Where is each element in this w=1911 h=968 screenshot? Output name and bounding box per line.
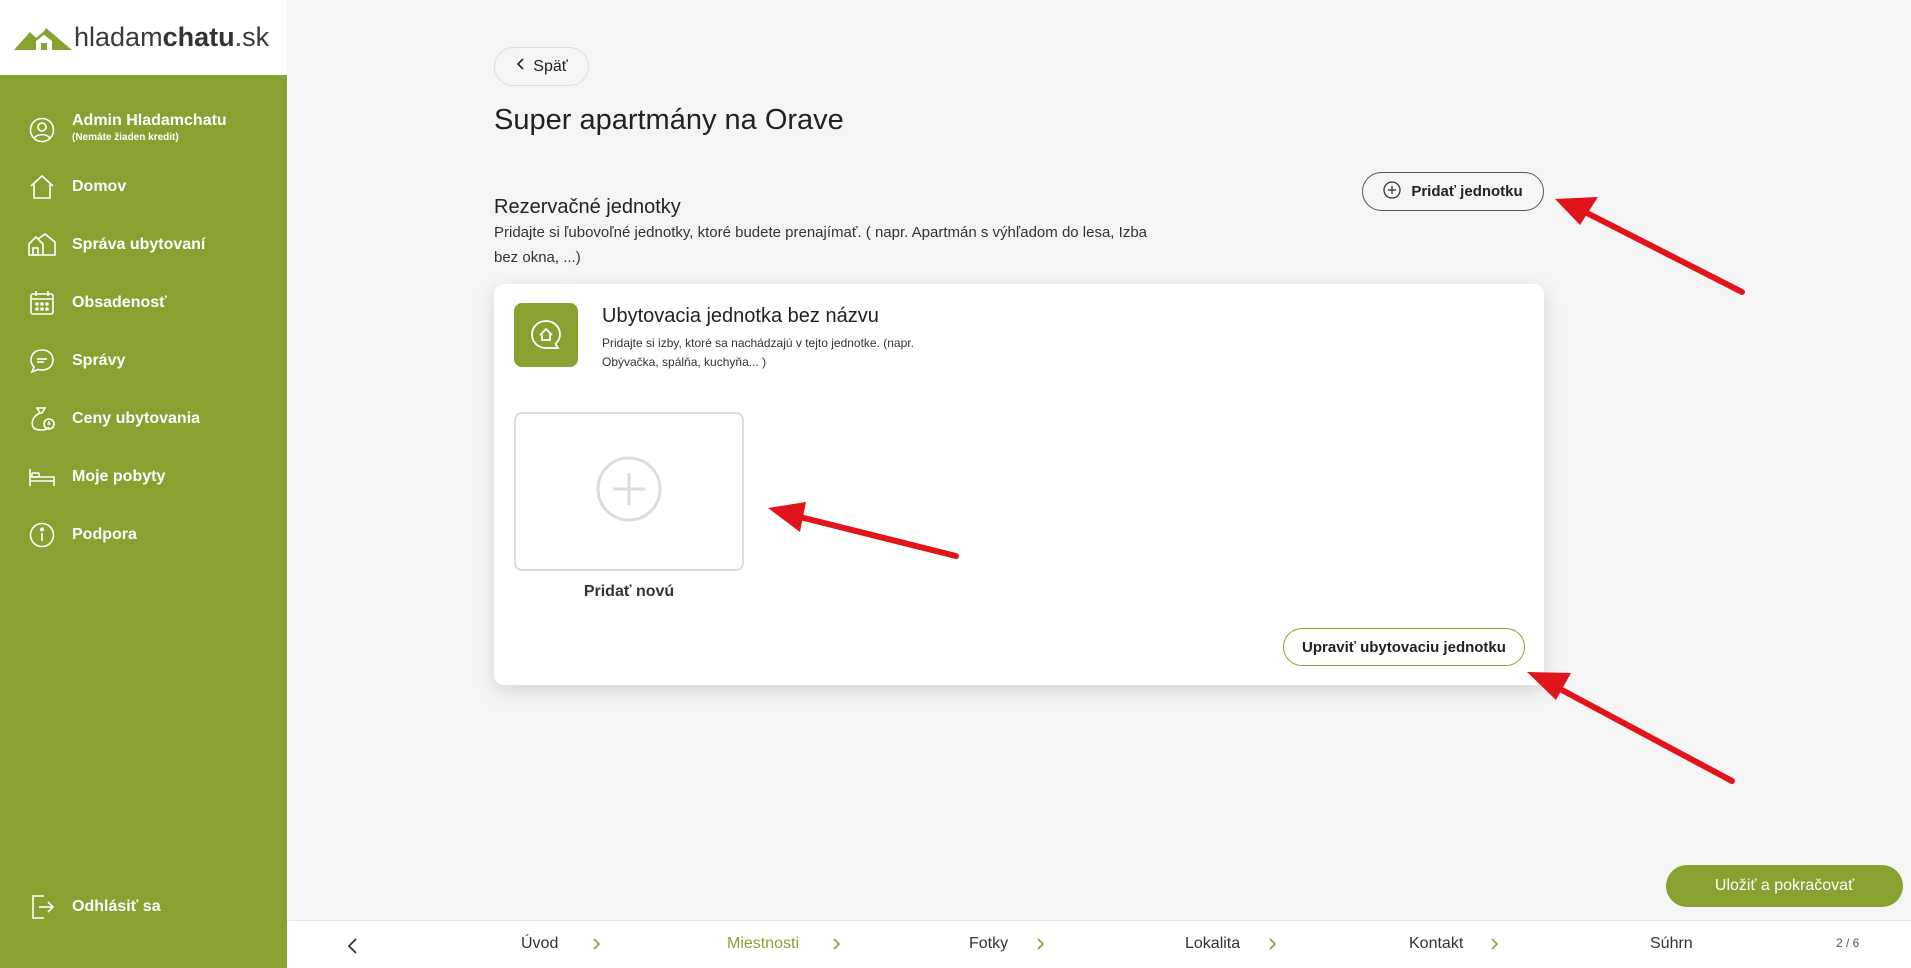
bed-icon <box>28 463 56 491</box>
step-lokalita[interactable]: Lokalita <box>1185 935 1240 953</box>
annotation-arrow-add-unit <box>1555 197 1745 295</box>
chevron-left-icon <box>515 57 525 76</box>
save-continue-button[interactable]: Uložiť a pokračovať <box>1666 865 1903 907</box>
step-fotky[interactable]: Fotky <box>969 935 1008 953</box>
sidebar-item-label: Ceny ubytovania <box>72 410 201 427</box>
annotation-arrow-edit-unit <box>1527 672 1735 784</box>
user-icon <box>28 116 56 144</box>
chevron-right-icon <box>1487 934 1501 954</box>
previous-step-button[interactable] <box>341 934 365 958</box>
page-counter: 2 / 6 <box>1836 936 1860 950</box>
sidebar-item-moje-pobyty[interactable]: Moje pobyty <box>0 455 287 499</box>
house-chat-icon <box>514 303 578 367</box>
calendar-icon <box>28 289 56 317</box>
home-icon <box>28 173 56 201</box>
sidebar-item-label: Moje pobyty <box>72 468 166 485</box>
logo-text: hladamchatu.sk <box>74 22 270 52</box>
user-credit: (Nemáte žiaden kredit) <box>72 132 179 143</box>
step-suhrn[interactable]: Súhrn <box>1650 935 1693 953</box>
sidebar: Admin Hladamchatu (Nemáte žiaden kredit)… <box>0 75 287 968</box>
logout-label: Odhlásiť sa <box>72 898 161 915</box>
message-icon <box>28 347 56 375</box>
step-miestnosti[interactable]: Miestnosti <box>727 935 799 953</box>
money-bag-icon <box>28 405 56 433</box>
add-unit-label: Pridať jednotku <box>1411 183 1523 200</box>
sidebar-item-user[interactable]: Admin Hladamchatu (Nemáte žiaden kredit) <box>0 108 287 152</box>
section-description: Pridajte si ľubovoľné jednotky, ktoré bu… <box>494 224 1147 266</box>
page-title: Super apartmány na Orave <box>494 104 844 136</box>
logout-button[interactable]: Odhlásiť sa <box>0 885 287 929</box>
chevron-right-icon <box>1265 934 1279 954</box>
sidebar-item-label: Správy <box>72 352 126 369</box>
sidebar-item-spravy[interactable]: Správy <box>0 339 287 383</box>
sidebar-item-ceny-ubytovania[interactable]: Ceny ubytovania <box>0 397 287 441</box>
sidebar-item-label: Obsadenosť <box>72 294 167 311</box>
unit-card: Ubytovacia jednotka bez názvu Pridajte s… <box>494 284 1544 685</box>
add-unit-button[interactable]: Pridať jednotku <box>1362 172 1544 211</box>
info-icon <box>28 521 56 549</box>
sidebar-item-label: Správa ubytovaní <box>72 236 206 253</box>
chevron-right-icon <box>829 934 843 954</box>
step-navigation: Úvod Miestnosti Fotky Lokalita Kontakt S… <box>287 920 1911 968</box>
sidebar-item-domov[interactable]: Domov <box>0 165 287 209</box>
step-kontakt[interactable]: Kontakt <box>1409 935 1463 953</box>
sidebar-item-label: Podpora <box>72 526 137 543</box>
plus-circle-icon <box>1383 180 1401 203</box>
chevron-right-icon <box>589 934 603 954</box>
unit-title: Ubytovacia jednotka bez názvu <box>602 305 879 327</box>
houses-icon <box>28 231 56 259</box>
step-uvod[interactable]: Úvod <box>521 935 558 953</box>
back-label: Späť <box>533 57 568 75</box>
logo[interactable]: hladamchatu.sk <box>0 0 287 75</box>
chevron-right-icon <box>1033 934 1047 954</box>
sidebar-item-label: Domov <box>72 178 127 195</box>
plus-circle-icon <box>595 455 663 528</box>
logout-icon <box>28 893 56 921</box>
sidebar-item-sprava-ubytovani[interactable]: Správa ubytovaní <box>0 223 287 267</box>
add-room-label[interactable]: Pridať novú <box>514 583 744 601</box>
unit-description: Pridajte si izby, ktoré sa nachádzajú v … <box>602 336 914 369</box>
add-room-tile[interactable] <box>514 412 744 571</box>
edit-unit-button[interactable]: Upraviť ubytovaciu jednotku <box>1283 628 1525 666</box>
sidebar-item-obsadenost[interactable]: Obsadenosť <box>0 281 287 325</box>
mountain-house-logo-icon <box>14 22 72 54</box>
user-name: Admin Hladamchatu <box>72 112 227 129</box>
sidebar-item-podpora[interactable]: Podpora <box>0 513 287 557</box>
section-title: Rezervačné jednotky <box>494 196 681 218</box>
back-button[interactable]: Späť <box>494 47 589 86</box>
